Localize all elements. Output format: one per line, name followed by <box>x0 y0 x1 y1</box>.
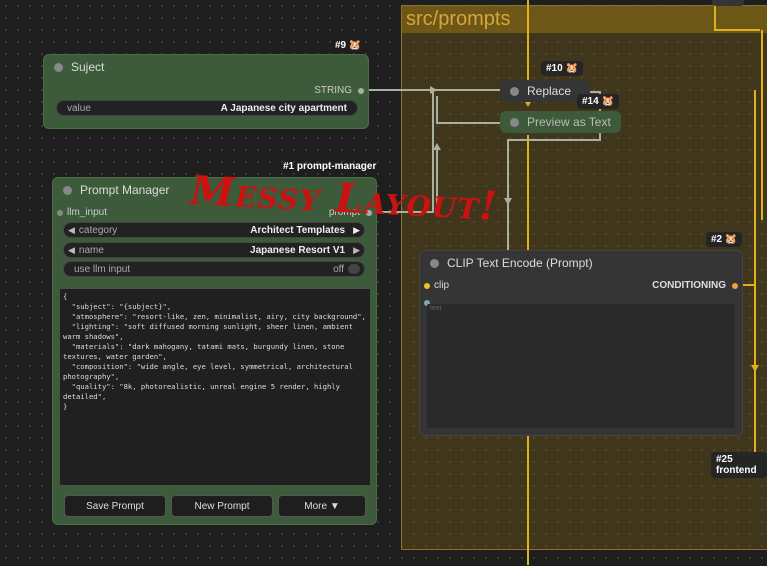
llm-input-slot[interactable] <box>57 210 63 216</box>
conditioning-output-label: CONDITIONING <box>652 280 726 291</box>
clip-input-slot[interactable] <box>424 283 430 289</box>
clip-text-encode-node[interactable]: CLIP Text Encode (Prompt) clip CONDITION… <box>419 250 743 436</box>
clip-text-placeholder: text <box>430 305 442 312</box>
wire-arrow-3 <box>504 198 512 205</box>
name-combo[interactable]: ◀ name Japanese Resort V1 ▶ <box>63 242 365 258</box>
prompt-manager-title: Prompt Manager <box>80 183 170 197</box>
preview-node-header[interactable]: Preview as Text <box>500 111 621 133</box>
subject-widget-label: value <box>67 102 91 114</box>
category-label: category <box>78 224 118 236</box>
preview-node[interactable]: Preview as Text <box>500 111 621 133</box>
toggle-value: off <box>333 263 344 275</box>
collapse-dot-icon[interactable] <box>63 185 72 195</box>
category-combo[interactable]: ◀ category Architect Templates ▶ <box>63 222 365 238</box>
left-arrow-icon[interactable]: ◀ <box>68 225 75 236</box>
prompt-manager-badge: #1 prompt-manager <box>283 161 377 172</box>
clip-node-header[interactable]: CLIP Text Encode (Prompt) <box>420 251 742 275</box>
subject-node-title: Suject <box>71 60 105 74</box>
prompt-textarea[interactable]: { "subject": "{subject}", "atmosphere": … <box>60 289 370 485</box>
offscreen-node[interactable] <box>712 0 744 6</box>
toggle-switch-icon[interactable] <box>348 264 360 274</box>
frontend-node-badge: #25 frontend <box>711 452 767 478</box>
subject-output-label: STRING <box>314 85 352 96</box>
left-arrow-icon[interactable]: ◀ <box>68 245 75 256</box>
right-arrow-icon[interactable]: ▶ <box>353 245 360 256</box>
wire-arrow-4 <box>751 365 759 372</box>
collapse-dot-icon[interactable] <box>510 117 519 127</box>
clip-node-badge: #2 🐹 <box>706 232 743 247</box>
wire-arrow-2 <box>433 143 441 150</box>
subject-node-badge: #9 🐹 <box>335 40 362 51</box>
use-llm-toggle[interactable]: use llm input off <box>63 261 365 277</box>
prompt-manager-node[interactable]: Prompt Manager llm_input prompt ◀ catego… <box>52 177 377 525</box>
conditioning-output-slot[interactable] <box>732 283 738 289</box>
subject-output-slot[interactable] <box>358 88 364 94</box>
more-button[interactable]: More ▼ <box>278 495 366 517</box>
new-prompt-button[interactable]: New Prompt <box>171 495 273 517</box>
clip-text-area[interactable]: text <box>427 304 735 428</box>
collapse-dot-icon[interactable] <box>54 62 63 72</box>
collapse-dot-icon[interactable] <box>430 258 439 268</box>
subject-value-widget[interactable]: value A Japanese city apartment <box>56 100 358 116</box>
name-value: Japanese Resort V1 <box>250 244 346 256</box>
preview-node-badge: #14 🐹 <box>577 94 619 109</box>
clip-input-label: clip <box>434 280 450 291</box>
toggle-label: use llm input <box>74 263 131 275</box>
clip-node-title: CLIP Text Encode (Prompt) <box>447 256 593 270</box>
subject-widget-value: A Japanese city apartment <box>220 102 347 114</box>
preview-node-title: Preview as Text <box>527 115 611 129</box>
collapse-dot-icon[interactable] <box>510 86 519 96</box>
right-arrow-icon[interactable]: ▶ <box>353 225 360 236</box>
replace-node-title: Replace <box>527 84 572 98</box>
llm-input-label: llm_input <box>67 207 108 218</box>
replace-node-badge: #10 🐹 <box>541 61 583 76</box>
save-prompt-button[interactable]: Save Prompt <box>64 495 166 517</box>
wire-gray-preview <box>436 96 505 124</box>
subject-node[interactable]: Suject STRING value A Japanese city apar… <box>43 54 369 129</box>
name-label: name <box>78 244 104 256</box>
category-value: Architect Templates <box>250 224 346 236</box>
subject-node-header[interactable]: Suject <box>44 55 368 79</box>
